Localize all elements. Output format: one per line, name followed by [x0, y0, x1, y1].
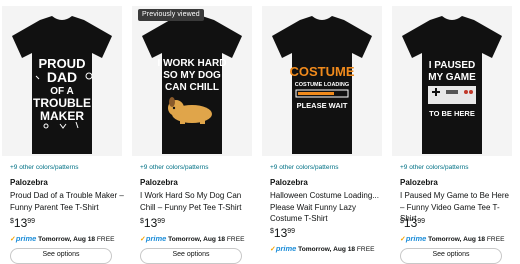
delivery-date: Tomorrow, Aug 18: [168, 236, 226, 243]
shirt-text-line: TO BE HERE: [429, 109, 475, 118]
tshirt-image: I PAUSED MY GAME TO BE HERE: [402, 16, 502, 154]
other-colors-link[interactable]: +9 other colors/patterns: [270, 164, 338, 171]
product-title[interactable]: I Work Hard So My Dog Can Chill – Funny …: [140, 190, 254, 213]
product-grid: PROUD DAD OF A TROUBLE MAKER +9 other co…: [0, 0, 520, 264]
product-image[interactable]: PROUD DAD OF A TROUBLE MAKER: [2, 6, 122, 156]
price-cents: 99: [27, 218, 36, 225]
prime-label: prime: [405, 234, 427, 243]
prime-delivery: ✓prime Tomorrow, Aug 18 FREE: [140, 234, 245, 243]
price-cents: 99: [157, 218, 166, 225]
shirt-text-line: I PAUSED: [429, 60, 476, 71]
shirt-text-line: COSTUME: [290, 64, 355, 79]
product-price: $1399: [270, 226, 295, 240]
shirt-text-line: I WORK HARD: [158, 58, 227, 69]
other-colors-link[interactable]: +9 other colors/patterns: [10, 164, 78, 171]
prime-label: prime: [145, 234, 167, 243]
tshirt-image: PROUD DAD OF A TROUBLE MAKER: [12, 16, 112, 154]
brand-name: Palozebra: [10, 178, 48, 187]
shirt-text-line: SO MY DOG: [163, 70, 221, 81]
price-whole: 13: [143, 216, 158, 230]
brand-name: Palozebra: [270, 178, 308, 187]
price-cents: 99: [287, 228, 296, 235]
delivery-date: Tomorrow, Aug 18: [428, 236, 486, 243]
see-options-button[interactable]: See options: [400, 248, 502, 264]
product-price: $1399: [10, 216, 35, 230]
free-shipping: FREE: [486, 236, 505, 243]
other-colors-link[interactable]: +9 other colors/patterns: [140, 164, 208, 171]
shirt-text-line: MY GAME: [428, 72, 476, 83]
shirt-text-line: MAKER: [40, 109, 84, 123]
shirt-text-line: DAD: [47, 69, 77, 85]
price-whole: 13: [273, 226, 288, 240]
delivery-date: Tomorrow, Aug 18: [38, 236, 96, 243]
tshirt-image: I WORK HARD SO MY DOG CAN CHILL: [142, 16, 242, 154]
brand-name: Palozebra: [140, 178, 178, 187]
free-shipping: FREE: [356, 246, 375, 253]
product-image[interactable]: COSTUME COSTUME LOADING PLEASE WAIT: [262, 6, 382, 156]
prime-delivery: ✓prime Tomorrow, Aug 18 FREE: [400, 234, 505, 243]
game-controller-icon: [428, 86, 476, 104]
tshirt-image: COSTUME COSTUME LOADING PLEASE WAIT: [272, 16, 372, 154]
price-whole: 13: [403, 216, 418, 230]
product-image[interactable]: I PAUSED MY GAME TO BE HERE: [392, 6, 512, 156]
free-shipping: FREE: [226, 236, 245, 243]
previously-viewed-badge: Previously viewed: [138, 9, 204, 21]
product-card[interactable]: I WORK HARD SO MY DOG CAN CHILL +9 other…: [130, 0, 254, 264]
product-card[interactable]: PROUD DAD OF A TROUBLE MAKER +9 other co…: [0, 0, 124, 264]
brand-name: Palozebra: [400, 178, 438, 187]
prime-delivery: ✓prime Tomorrow, Aug 18 FREE: [270, 244, 375, 253]
free-shipping: FREE: [96, 236, 115, 243]
product-image[interactable]: I WORK HARD SO MY DOG CAN CHILL: [132, 6, 252, 156]
see-options-button[interactable]: See options: [140, 248, 242, 264]
product-title[interactable]: Proud Dad of a Trouble Maker – Funny Par…: [10, 190, 124, 213]
product-price: $1399: [140, 216, 165, 230]
product-card[interactable]: COSTUME COSTUME LOADING PLEASE WAIT +9 o…: [260, 0, 384, 254]
shirt-text-line: TROUBLE: [33, 96, 91, 110]
price-whole: 13: [13, 216, 28, 230]
delivery-date: Tomorrow, Aug 18: [298, 246, 356, 253]
shirt-text-line: PLEASE WAIT: [297, 101, 348, 110]
price-cents: 99: [417, 218, 426, 225]
product-card[interactable]: I PAUSED MY GAME TO BE HERE +9 other col…: [390, 0, 514, 264]
shirt-text-line: CAN CHILL: [165, 82, 219, 93]
prime-delivery: ✓prime Tomorrow, Aug 18 FREE: [10, 234, 115, 243]
product-title[interactable]: Halloween Costume Loading... Please Wait…: [270, 190, 384, 225]
prime-label: prime: [15, 234, 37, 243]
shirt-text-line: COSTUME LOADING: [295, 82, 349, 88]
other-colors-link[interactable]: +9 other colors/patterns: [400, 164, 468, 171]
see-options-button[interactable]: See options: [10, 248, 112, 264]
prime-label: prime: [275, 244, 297, 253]
product-price: $1399: [400, 216, 425, 230]
